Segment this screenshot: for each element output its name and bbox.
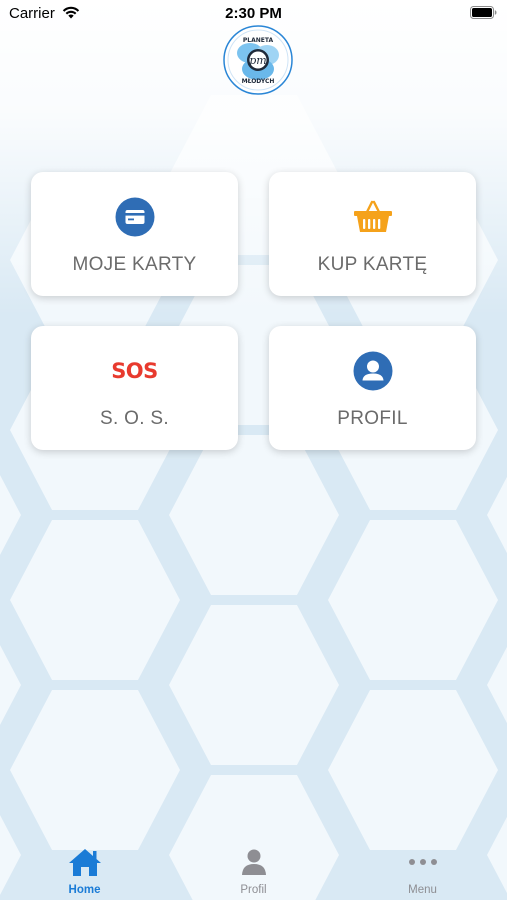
tab-menu-label: Menu (408, 884, 437, 896)
sos-icon: SOS (111, 359, 158, 383)
tab-profil[interactable]: Profil (169, 840, 338, 900)
app-logo: pm PLANETA MŁODYCH (223, 25, 293, 95)
credit-card-icon (115, 197, 154, 237)
tab-home[interactable]: Home (0, 840, 169, 900)
logo-initials: pm (249, 54, 266, 67)
tab-menu[interactable]: Menu (338, 840, 507, 900)
sos-button[interactable]: SOS S. O. S. (31, 326, 238, 450)
more-icon (408, 859, 437, 865)
home-icon (68, 849, 101, 876)
user-icon (353, 351, 392, 391)
kup-karte-button[interactable]: KUP KARTĘ (269, 172, 476, 296)
user-icon (241, 849, 266, 875)
tab-home-label: Home (68, 884, 101, 896)
status-time: 2:30 PM (225, 5, 282, 22)
sos-label: S. O. S. (100, 408, 169, 429)
battery-icon (470, 6, 497, 19)
profil-label: PROFIL (337, 408, 408, 429)
moje-karty-label: MOJE KARTY (72, 254, 197, 275)
basket-icon (353, 200, 392, 232)
moje-karty-button[interactable]: MOJE KARTY (31, 172, 238, 296)
kup-karte-label: KUP KARTĘ (317, 254, 428, 275)
background-hex-pattern (0, 0, 507, 900)
logo-text-top: PLANETA (243, 37, 274, 44)
tab-profil-label: Profil (240, 884, 267, 896)
profil-button[interactable]: PROFIL (269, 326, 476, 450)
tab-bar: Home Profil Menu (0, 840, 507, 900)
logo-text-bottom: MŁODYCH (242, 78, 275, 85)
status-bar: Carrier 2:30 PM (0, 0, 507, 28)
